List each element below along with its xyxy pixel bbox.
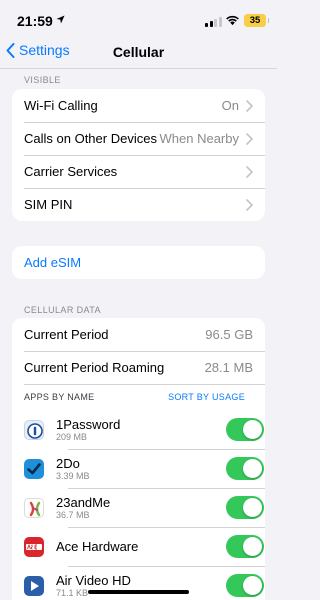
add-esim-button[interactable]: Add eSIM	[12, 246, 265, 279]
wifi-calling-row[interactable]: Wi-Fi Calling On	[12, 89, 265, 122]
navigation-bar: Settings Cellular	[0, 40, 277, 66]
nav-divider	[0, 68, 277, 69]
current-period-roaming-row: Current Period Roaming 28.1 MB	[12, 351, 265, 384]
section-header-visible: VISIBLE	[24, 75, 61, 85]
row-label: Wi-Fi Calling	[24, 98, 98, 113]
chevron-right-icon	[246, 198, 253, 211]
cellular-data-group: Current Period 96.5 GB Current Period Ro…	[12, 318, 265, 600]
status-bar: 21:59 35	[0, 0, 277, 44]
section-header-cellular-data: CELLULAR DATA	[24, 305, 101, 315]
app-cellular-toggle[interactable]	[226, 457, 264, 480]
app-cellular-toggle[interactable]	[226, 535, 264, 558]
page-title: Cellular	[112, 44, 165, 60]
23andme-icon	[24, 497, 44, 518]
row-value: On	[221, 98, 239, 113]
status-time: 21:59	[17, 13, 53, 29]
app-cellular-toggle[interactable]	[226, 496, 264, 519]
row-label: Calls on Other Devices	[24, 131, 157, 146]
row-label: SIM PIN	[24, 197, 73, 212]
chevron-right-icon	[246, 132, 253, 145]
chevron-right-icon	[246, 99, 253, 112]
row-label: Carrier Services	[24, 164, 118, 179]
calls-on-other-devices-row[interactable]: Calls on Other Devices When Nearby	[12, 122, 265, 155]
wifi-icon	[226, 15, 239, 26]
app-row-23andme: 23andMe 36.7 MB	[12, 488, 265, 527]
location-arrow-icon	[56, 15, 65, 24]
1password-icon	[24, 419, 44, 440]
sim-pin-row[interactable]: SIM PIN	[12, 188, 265, 221]
row-label: Current Period	[24, 327, 109, 342]
app-row-air-video-hd: Air Video HD 71.1 KB	[12, 566, 265, 600]
sort-by-usage-button[interactable]: SORT BY USAGE	[168, 392, 245, 402]
app-row-ace-hardware: Ace Hardware	[12, 527, 265, 566]
apps-by-name-label: APPS BY NAME	[24, 392, 95, 402]
app-cellular-toggle[interactable]	[226, 418, 264, 441]
home-indicator[interactable]	[88, 590, 189, 594]
app-row-2do: 2Do 3.39 MB	[12, 449, 265, 488]
row-value: When Nearby	[159, 131, 239, 146]
app-row-1password: 1Password 209 MB	[12, 410, 265, 449]
air-video-hd-icon	[24, 575, 44, 596]
row-value: 28.1 MB	[204, 360, 253, 375]
row-label: Current Period Roaming	[24, 360, 165, 375]
current-period-row: Current Period 96.5 GB	[12, 318, 265, 351]
apps-list-header: APPS BY NAME SORT BY USAGE	[12, 384, 265, 410]
esim-group: Add eSIM	[12, 246, 265, 279]
2do-icon	[24, 458, 44, 479]
battery-icon: 35	[244, 14, 269, 27]
row-value: 96.5 GB	[205, 327, 253, 342]
app-cellular-toggle[interactable]	[226, 574, 264, 597]
carrier-services-row[interactable]: Carrier Services	[12, 155, 265, 188]
cellular-signal-icon	[205, 17, 222, 27]
chevron-right-icon	[246, 165, 253, 178]
calling-settings-group: Wi-Fi Calling On Calls on Other Devices …	[12, 89, 265, 221]
ace-hardware-icon	[24, 536, 44, 557]
